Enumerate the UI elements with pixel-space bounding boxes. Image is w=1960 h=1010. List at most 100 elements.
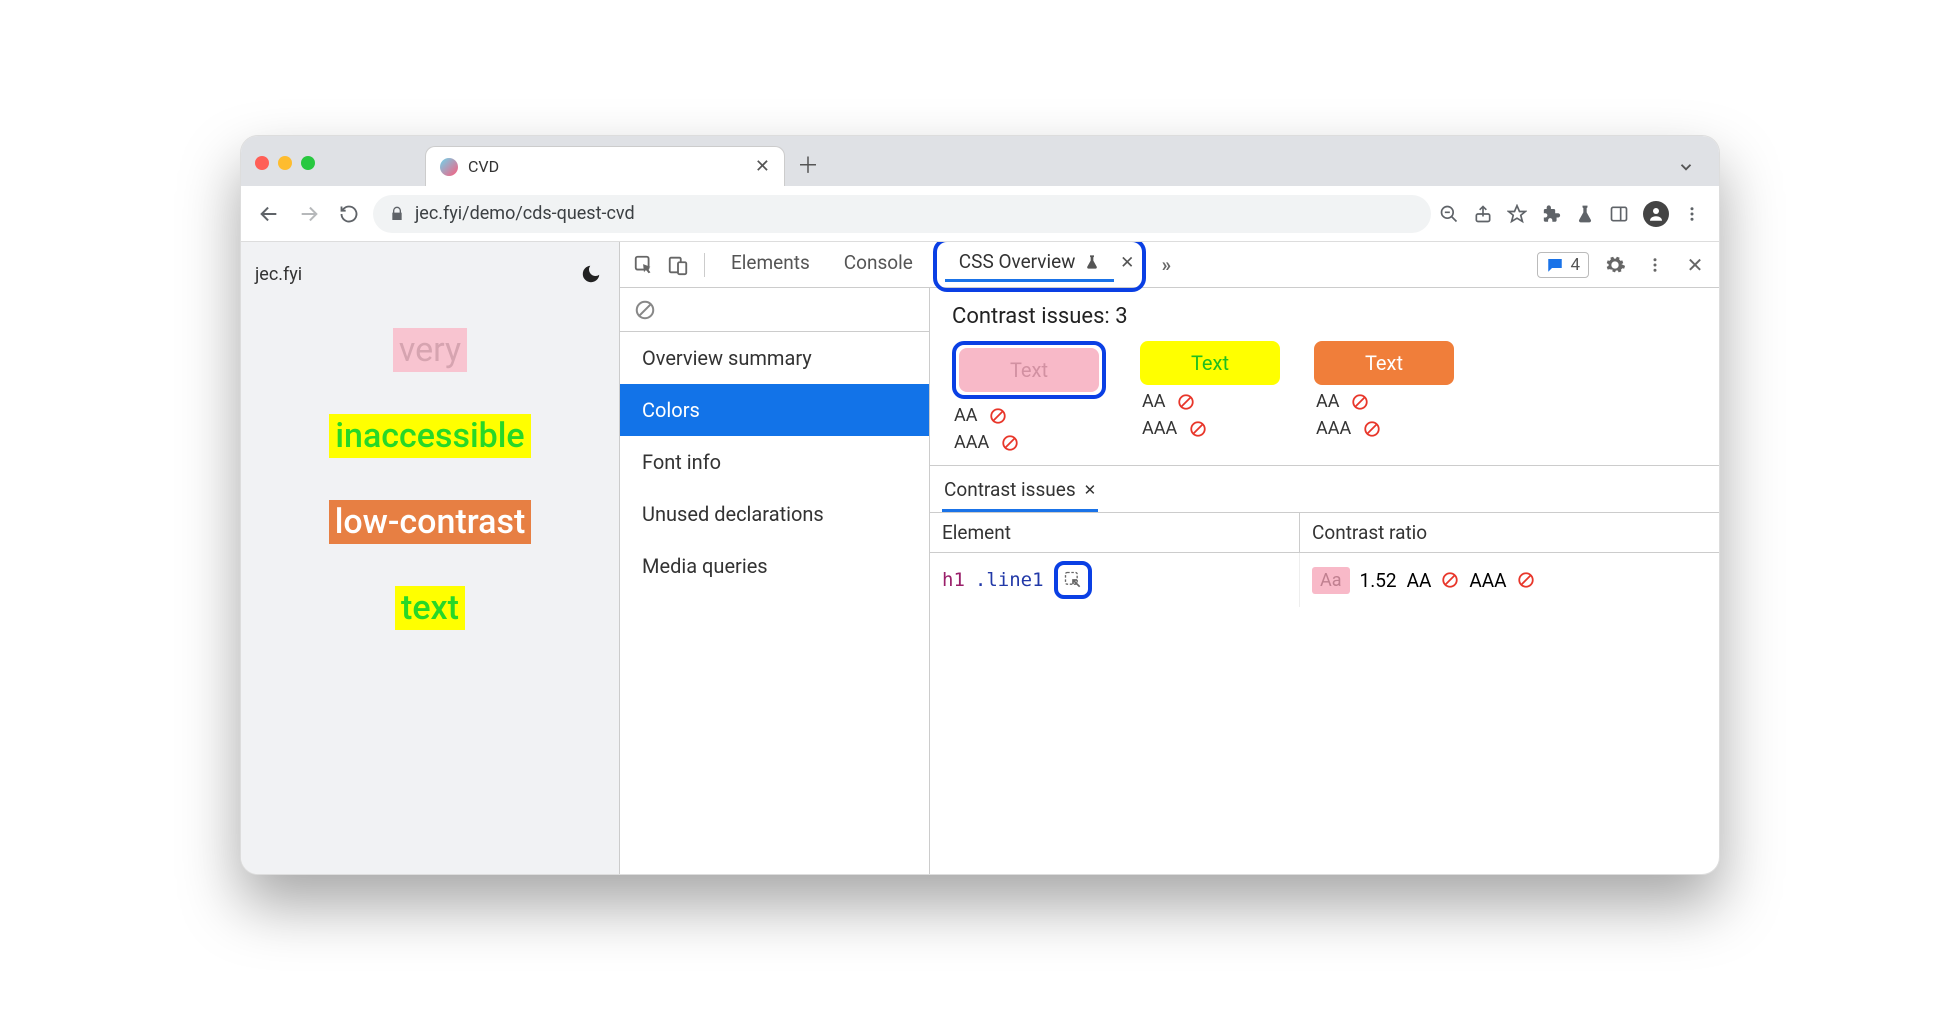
swatch-2: Text: [1140, 341, 1280, 385]
bookmark-star-icon[interactable]: [1507, 204, 1527, 224]
panel-icon[interactable]: [1609, 204, 1629, 224]
back-button[interactable]: [253, 198, 285, 230]
ratio-value: 1.52: [1360, 569, 1397, 592]
zoom-icon[interactable]: [1439, 204, 1459, 224]
demo-word-3: low-contrast: [329, 500, 532, 544]
fail-icon: [1441, 571, 1459, 589]
element-class: .line1: [975, 569, 1044, 591]
labs-flask-icon[interactable]: [1575, 204, 1595, 224]
contrast-cards: Text AA AAA Text AA AAA Text AA: [930, 337, 1719, 465]
new-tab-button[interactable]: ＋: [793, 148, 823, 180]
contrast-card-3[interactable]: Text AA AAA: [1314, 341, 1454, 453]
close-window-button[interactable]: [255, 156, 269, 170]
messages-chip[interactable]: 4: [1537, 252, 1589, 278]
aa-label: AA: [954, 405, 977, 426]
dark-mode-toggle[interactable]: [577, 260, 605, 288]
tabs-dropdown-button[interactable]: [1667, 158, 1705, 176]
scroll-to-element-highlight: [1054, 561, 1092, 599]
subtab-label: Contrast issues: [944, 478, 1076, 501]
minimize-window-button[interactable]: [278, 156, 292, 170]
sidebar-item-media[interactable]: Media queries: [620, 540, 929, 592]
th-ratio: Contrast ratio: [1300, 513, 1719, 552]
separator: [704, 253, 705, 277]
aa-label: AA: [1316, 391, 1339, 412]
fail-icon: [1177, 393, 1195, 411]
device-toggle-icon[interactable]: [664, 251, 692, 279]
window-controls: [255, 156, 315, 170]
css-overview-sidebar: Overview summary Colors Font info Unused…: [620, 288, 930, 874]
sidebar-item-font[interactable]: Font info: [620, 436, 929, 488]
close-devtools-button[interactable]: ✕: [1681, 251, 1709, 279]
favicon-icon: [440, 158, 458, 176]
overflow-menu-icon[interactable]: [1683, 205, 1701, 223]
url-text: jec.fyi/demo/cds-quest-cvd: [415, 203, 635, 224]
page-header: jec.fyi: [255, 260, 605, 288]
devtools-body: Overview summary Colors Font info Unused…: [620, 288, 1719, 874]
scroll-into-view-icon[interactable]: [1063, 570, 1083, 590]
demo-word-2: inaccessible: [329, 414, 530, 458]
swatch-1: Text: [959, 348, 1099, 392]
sample-badge: Aa: [1312, 567, 1350, 594]
aaa-label: AAA: [1316, 418, 1351, 439]
more-tabs-icon[interactable]: »: [1152, 251, 1180, 279]
browser-window: CVD ✕ ＋ jec.fyi/demo/cds-quest-cvd: [240, 135, 1720, 875]
messages-count: 4: [1570, 255, 1580, 275]
fail-icon: [1001, 434, 1019, 452]
tab-css-overview[interactable]: CSS Overview: [945, 244, 1114, 282]
close-subtab-button[interactable]: ✕: [1084, 481, 1097, 499]
lock-icon: [389, 206, 405, 222]
tab-title: CVD: [468, 157, 499, 176]
flask-icon: [1084, 254, 1100, 270]
css-overview-content: Contrast issues: 3 Text AA AAA Text AA: [930, 288, 1719, 874]
contrast-card-1[interactable]: Text AA AAA: [952, 341, 1106, 453]
tab-console[interactable]: Console: [830, 245, 927, 284]
fail-icon: [1363, 420, 1381, 438]
close-panel-button[interactable]: ✕: [1120, 253, 1134, 273]
contrast-issues-heading: Contrast issues: 3: [930, 288, 1719, 337]
browser-toolbar: jec.fyi/demo/cds-quest-cvd: [241, 186, 1719, 242]
element-tag: h1: [942, 569, 965, 591]
address-bar[interactable]: jec.fyi/demo/cds-quest-cvd: [373, 195, 1431, 233]
sidebar-item-unused[interactable]: Unused declarations: [620, 488, 929, 540]
issues-table-row[interactable]: h1 .line1 Aa 1.52 AA AAA: [930, 553, 1719, 607]
contrast-card-1-highlight: Text: [952, 341, 1106, 399]
aaa-text: AAA: [1469, 569, 1506, 592]
contrast-card-2[interactable]: Text AA AAA: [1140, 341, 1280, 453]
tab-css-overview-highlight: CSS Overview ✕: [933, 242, 1147, 292]
inspect-element-icon[interactable]: [630, 251, 658, 279]
fail-icon: [1517, 571, 1535, 589]
fail-icon: [1189, 420, 1207, 438]
sidebar-toolbar: [620, 288, 929, 332]
reload-button[interactable]: [333, 198, 365, 230]
subtab-contrast-issues[interactable]: Contrast issues ✕: [942, 474, 1098, 512]
share-icon[interactable]: [1473, 204, 1493, 224]
demo-words: very inaccessible low-contrast text: [255, 328, 605, 630]
forward-button[interactable]: [293, 198, 325, 230]
settings-gear-icon[interactable]: [1601, 251, 1629, 279]
devtools-panel: Elements Console CSS Overview ✕ » 4: [619, 242, 1719, 874]
devtools-tab-bar: Elements Console CSS Overview ✕ » 4: [620, 242, 1719, 288]
sidebar-item-colors[interactable]: Colors: [620, 384, 929, 436]
swatch-3: Text: [1314, 341, 1454, 385]
maximize-window-button[interactable]: [301, 156, 315, 170]
aa-text: AA: [1407, 569, 1432, 592]
demo-word-4: text: [395, 586, 465, 630]
rendered-page: jec.fyi very inaccessible low-contrast t…: [241, 242, 619, 874]
sidebar-item-overview[interactable]: Overview summary: [620, 332, 929, 384]
th-element: Element: [930, 513, 1300, 552]
aaa-label: AAA: [954, 432, 989, 453]
extensions-icon[interactable]: [1541, 204, 1561, 224]
aa-label: AA: [1142, 391, 1165, 412]
fail-icon: [1351, 393, 1369, 411]
fail-icon: [989, 407, 1007, 425]
clear-icon[interactable]: [634, 299, 656, 321]
close-tab-button[interactable]: ✕: [755, 156, 770, 177]
kebab-menu-icon[interactable]: [1641, 251, 1669, 279]
browser-tab[interactable]: CVD ✕: [425, 146, 785, 186]
profile-avatar[interactable]: [1643, 201, 1669, 227]
tab-elements[interactable]: Elements: [717, 245, 824, 284]
tab-css-overview-label: CSS Overview: [959, 250, 1076, 273]
issues-table-header: Element Contrast ratio: [930, 513, 1719, 553]
toolbar-icons: [1439, 201, 1707, 227]
tab-strip: CVD ✕ ＋: [241, 136, 1719, 186]
